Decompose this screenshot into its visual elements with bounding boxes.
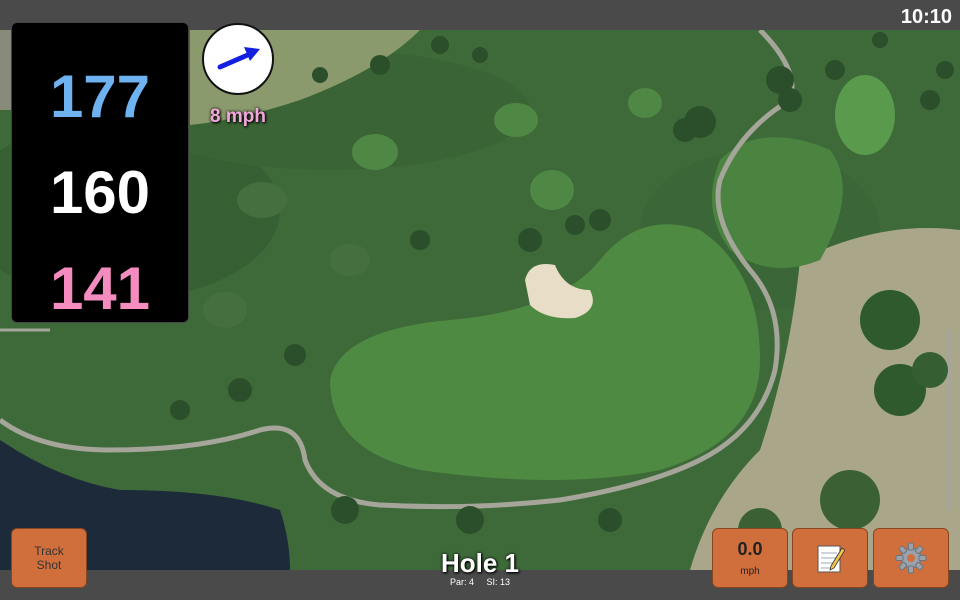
settings-button[interactable] (873, 528, 949, 588)
hole-par: Par: 4 (449, 577, 474, 587)
track-shot-label-line2: Shot (36, 558, 62, 572)
hole-stroke-index: SI: 13 (486, 577, 511, 587)
speed-value: 0.0 (737, 539, 763, 559)
center-distance: 160 (49, 159, 151, 226)
wind-speed-label: 8 mph (210, 106, 266, 127)
back-distance: 177 (49, 63, 151, 130)
speed-unit: mph (740, 566, 760, 577)
wind-indicator (202, 23, 274, 95)
clock-time: 10:10 (900, 6, 952, 28)
distance-panel: 177 160 141 (11, 22, 189, 323)
front-distance: 141 (49, 255, 151, 322)
track-shot-button[interactable]: Track Shot (11, 528, 87, 588)
notes-button[interactable] (792, 528, 868, 588)
gear-icon (895, 542, 927, 574)
track-shot-label-line1: Track (34, 544, 64, 558)
hole-title: Hole 1 (440, 548, 520, 578)
speed-button[interactable]: 0.0 mph (712, 528, 788, 588)
wind-direction-arrow-icon (217, 47, 260, 70)
hole-info: Par: 4 SI: 13 (380, 577, 580, 587)
notepad-icon (817, 545, 845, 573)
